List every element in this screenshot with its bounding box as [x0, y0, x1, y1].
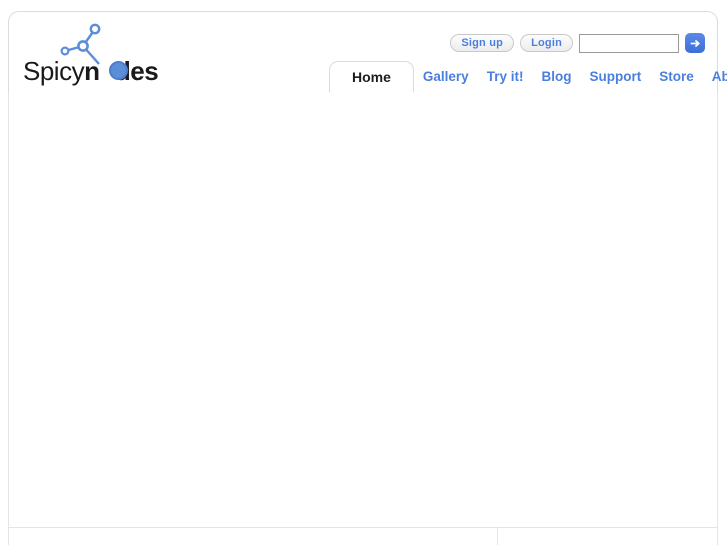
nav-link-blog[interactable]: Blog	[532, 60, 580, 92]
tab-home-label: Home	[352, 69, 391, 85]
logo-text-n: n	[84, 56, 100, 86]
footer-divider-vertical	[497, 528, 498, 545]
arrow-right-icon	[690, 39, 700, 47]
main-content-area	[9, 92, 717, 527]
sign-up-button[interactable]: Sign up	[450, 34, 515, 52]
nav-link-store[interactable]: Store	[650, 60, 703, 92]
header-controls: Sign up Login	[450, 33, 705, 53]
page-root: Spicynodes Sign up Login Home Gallery Tr…	[0, 0, 727, 545]
footer-divider-horizontal	[9, 527, 717, 528]
tab-home[interactable]: Home	[329, 61, 414, 93]
logo-text-spicy: Spicy	[23, 56, 85, 86]
main-navigation: Home Gallery Try it! Blog Support Store …	[329, 56, 727, 93]
nav-link-try-it[interactable]: Try it!	[478, 60, 533, 92]
search-input[interactable]	[579, 33, 679, 53]
page-body-frame	[8, 92, 718, 545]
logo-wordmark: Spicynodes	[23, 56, 159, 86]
login-button[interactable]: Login	[520, 34, 573, 52]
nav-link-about[interactable]: About	[703, 60, 727, 92]
site-logo[interactable]: Spicynodes	[23, 20, 223, 86]
nav-link-gallery[interactable]: Gallery	[414, 60, 478, 92]
site-header: Spicynodes Sign up Login Home Gallery Tr…	[8, 11, 727, 93]
search-submit-button[interactable]	[685, 33, 705, 53]
nav-link-support[interactable]: Support	[580, 60, 650, 92]
logo-node-circle-icon	[109, 61, 128, 80]
